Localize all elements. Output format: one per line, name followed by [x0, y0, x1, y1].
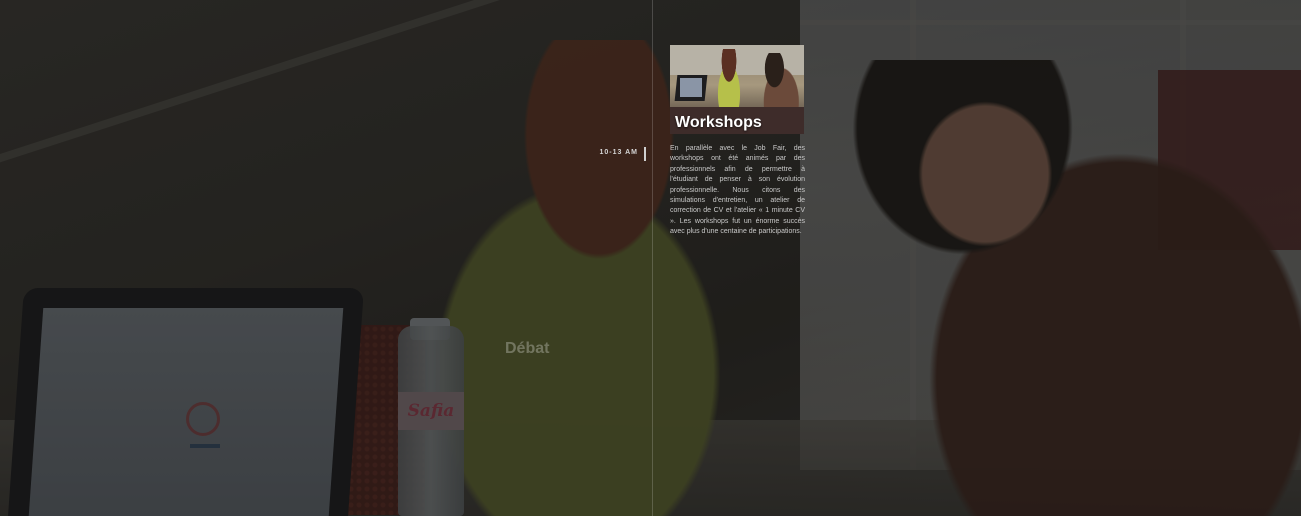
timeline-card-workshops[interactable]: Workshops En parallèle avec le Job Fair,… [670, 45, 805, 238]
background-photo: Safia [0, 0, 1301, 516]
photo-person [712, 49, 746, 109]
workshop-photo[interactable]: Workshops [670, 45, 804, 134]
timeline-time: 10-13 AM [599, 149, 638, 156]
timeline-card-debat[interactable]: Débat [505, 340, 640, 364]
timeline-marker [644, 147, 646, 161]
timeline-line [652, 0, 653, 516]
dark-overlay [0, 0, 1301, 516]
card-description: En parallèle avec le Job Fair, des works… [670, 145, 805, 236]
photo-laptop-screen [680, 78, 702, 97]
card-title: Workshops [675, 114, 762, 131]
card-title: Débat [505, 340, 550, 357]
